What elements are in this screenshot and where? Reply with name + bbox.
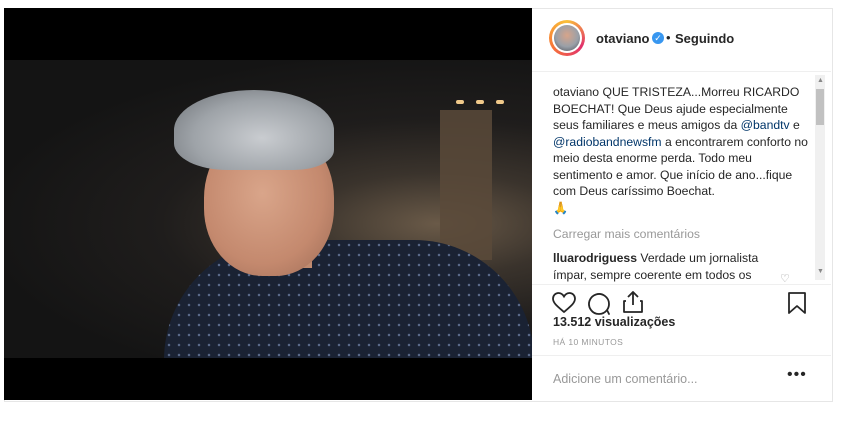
add-comment-input[interactable]: Adicione um comentário...	[553, 372, 698, 386]
post-header: otaviano ✓ • Seguindo	[532, 8, 831, 72]
avatar-image	[554, 25, 580, 51]
scroll-down-arrow-icon[interactable]: ▼	[817, 268, 824, 275]
post-timestamp[interactable]: HÁ 10 MINUTOS	[553, 337, 623, 347]
small-heart-icon[interactable]: ♡	[780, 272, 790, 284]
comment-username[interactable]: lluarodriguess	[553, 251, 637, 265]
following-button[interactable]: Seguindo	[675, 31, 734, 46]
comments-section: otaviano QUE TRISTEZA...Morreu RICARDO B…	[532, 72, 831, 284]
video-lamp	[496, 100, 504, 104]
more-options-icon[interactable]: •••	[787, 366, 807, 384]
caption-username[interactable]: otaviano	[553, 85, 599, 99]
scroll-up-arrow-icon[interactable]: ▲	[817, 77, 824, 84]
mention-radiobandnewsfm[interactable]: @radiobandnewsfm	[553, 135, 662, 149]
video-letterbox	[4, 358, 532, 400]
comment-icon[interactable]	[587, 292, 611, 316]
post-caption: otaviano QUE TRISTEZA...Morreu RICARDO B…	[553, 84, 813, 216]
video-background-door	[440, 110, 492, 260]
like-heart-icon[interactable]	[552, 292, 576, 314]
separator-dot: •	[666, 30, 671, 45]
load-more-comments[interactable]: Carregar mais comentários	[553, 227, 700, 241]
mention-bandtv[interactable]: @bandtv	[741, 118, 790, 132]
action-bar	[532, 284, 831, 315]
username-link[interactable]: otaviano	[596, 31, 649, 46]
verified-badge-icon: ✓	[652, 32, 664, 44]
add-comment-bar: Adicione um comentário... •••	[532, 355, 831, 401]
video-lamp	[456, 100, 464, 104]
comment-item: lluarodriguess Verdade um jornalista ímp…	[553, 250, 793, 283]
scrollbar-thumb[interactable]	[816, 89, 824, 125]
post-sidebar: otaviano ✓ • Seguindo otaviano QUE TRIST…	[532, 8, 831, 400]
video-person-hair	[174, 90, 334, 170]
praying-emoji: 🙏	[553, 200, 569, 215]
video-player[interactable]	[4, 8, 532, 400]
video-lamp	[476, 100, 484, 104]
save-bookmark-icon[interactable]	[788, 292, 806, 314]
share-icon[interactable]	[622, 290, 644, 314]
avatar[interactable]	[549, 20, 585, 56]
comments-scrollbar[interactable]: ▲ ▼	[815, 75, 825, 280]
view-count[interactable]: 13.512 visualizações	[553, 315, 675, 329]
caption-text-2: e	[789, 118, 800, 132]
